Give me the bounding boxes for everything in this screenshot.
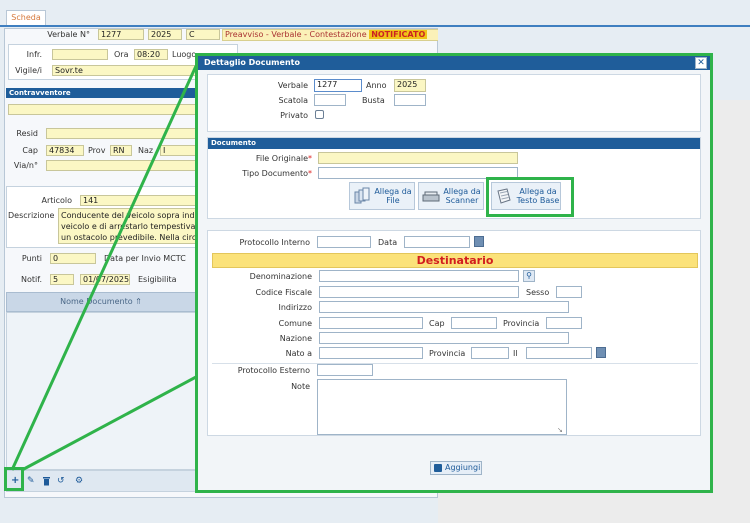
required-mark: * [308, 169, 312, 178]
denominazione-label: Denominazione [249, 272, 312, 281]
nazione-label: Nazione [279, 334, 312, 343]
comune-label: Comune [278, 319, 312, 328]
dialog-cap-field[interactable] [451, 317, 497, 329]
allega-scanner-line1: Allega da [443, 187, 481, 196]
highlight-add-button [4, 467, 24, 491]
allega-file-line1: Allega da [374, 187, 412, 196]
codice-fiscale-label: Codice Fiscale [255, 288, 313, 297]
privato-checkbox[interactable] [315, 110, 324, 119]
protocollo-esterno-label: Protocollo Esterno [237, 366, 310, 375]
file-originale-text: File Originale [255, 154, 308, 163]
aggiungi-label: Aggiungi [445, 463, 481, 472]
calendar-icon[interactable] [596, 347, 606, 358]
note-label: Note [291, 382, 310, 391]
scanner-icon [422, 191, 440, 202]
il-label: Il [513, 349, 518, 358]
tipo-documento-label: Tipo Documento* [230, 169, 312, 178]
nato-a-label: Nato a [285, 349, 312, 358]
resize-handle-icon[interactable]: ↘ [557, 426, 565, 434]
dialog-title-bar: Dettaglio Documento [198, 56, 710, 70]
note-textarea[interactable] [317, 379, 567, 435]
protocollo-esterno-field[interactable] [317, 364, 373, 376]
data-field[interactable] [404, 236, 470, 248]
sesso-field[interactable] [556, 286, 582, 298]
denominazione-field[interactable] [319, 270, 519, 282]
data-nascita-field[interactable] [526, 347, 592, 359]
comune-field[interactable] [319, 317, 423, 329]
data-label: Data [378, 238, 398, 247]
indirizzo-label: Indirizzo [278, 303, 312, 312]
scatola-field[interactable] [314, 94, 346, 106]
provincia-nascita-label: Provincia [429, 349, 466, 358]
highlight-allega-testo-base [486, 177, 574, 217]
provincia-nascita-field[interactable] [471, 347, 509, 359]
dialog-title: Dettaglio Documento [204, 58, 300, 67]
allega-da-file-button[interactable]: Allega da File [349, 182, 415, 210]
privato-label: Privato [280, 111, 308, 120]
search-icon[interactable]: ⚲ [523, 270, 535, 282]
cap-label: Cap [429, 319, 445, 328]
divider [212, 363, 698, 364]
protocollo-interno-label: Protocollo Interno [239, 238, 311, 247]
allega-scanner-line2: Scanner [445, 196, 479, 205]
allega-da-scanner-button[interactable]: Allega da Scanner [418, 182, 484, 210]
provincia-label: Provincia [503, 319, 540, 328]
sesso-label: Sesso [526, 288, 550, 297]
dialog-verbale-field[interactable]: 1277 [314, 79, 362, 92]
tipo-documento-text: Tipo Documento [242, 169, 308, 178]
destinatario-header: Destinatario [212, 253, 698, 268]
file-originale-label: File Originale* [230, 154, 312, 163]
verbale-label: Verbale [277, 81, 308, 90]
nazione-field[interactable] [319, 332, 569, 344]
scatola-label: Scatola [278, 96, 308, 105]
nato-a-field[interactable] [319, 347, 423, 359]
file-originale-field[interactable] [318, 152, 518, 164]
busta-label: Busta [362, 96, 385, 105]
annotation-line [10, 65, 198, 471]
dialog-anno-field[interactable]: 2025 [394, 79, 426, 92]
protocollo-interno-field[interactable] [317, 236, 371, 248]
codice-fiscale-field[interactable] [319, 286, 519, 298]
file-icon [354, 187, 370, 204]
documento-header: Documento [208, 138, 700, 149]
indirizzo-field[interactable] [319, 301, 569, 313]
anno-label: Anno [366, 81, 387, 90]
provincia-field[interactable] [546, 317, 582, 329]
required-mark: * [308, 154, 312, 163]
calendar-icon[interactable] [474, 236, 484, 247]
close-icon[interactable]: ✕ [695, 57, 707, 69]
aggiungi-button[interactable]: Aggiungi [430, 461, 482, 475]
allega-file-line2: File [386, 196, 400, 205]
busta-field[interactable] [394, 94, 426, 106]
save-icon [434, 464, 442, 472]
